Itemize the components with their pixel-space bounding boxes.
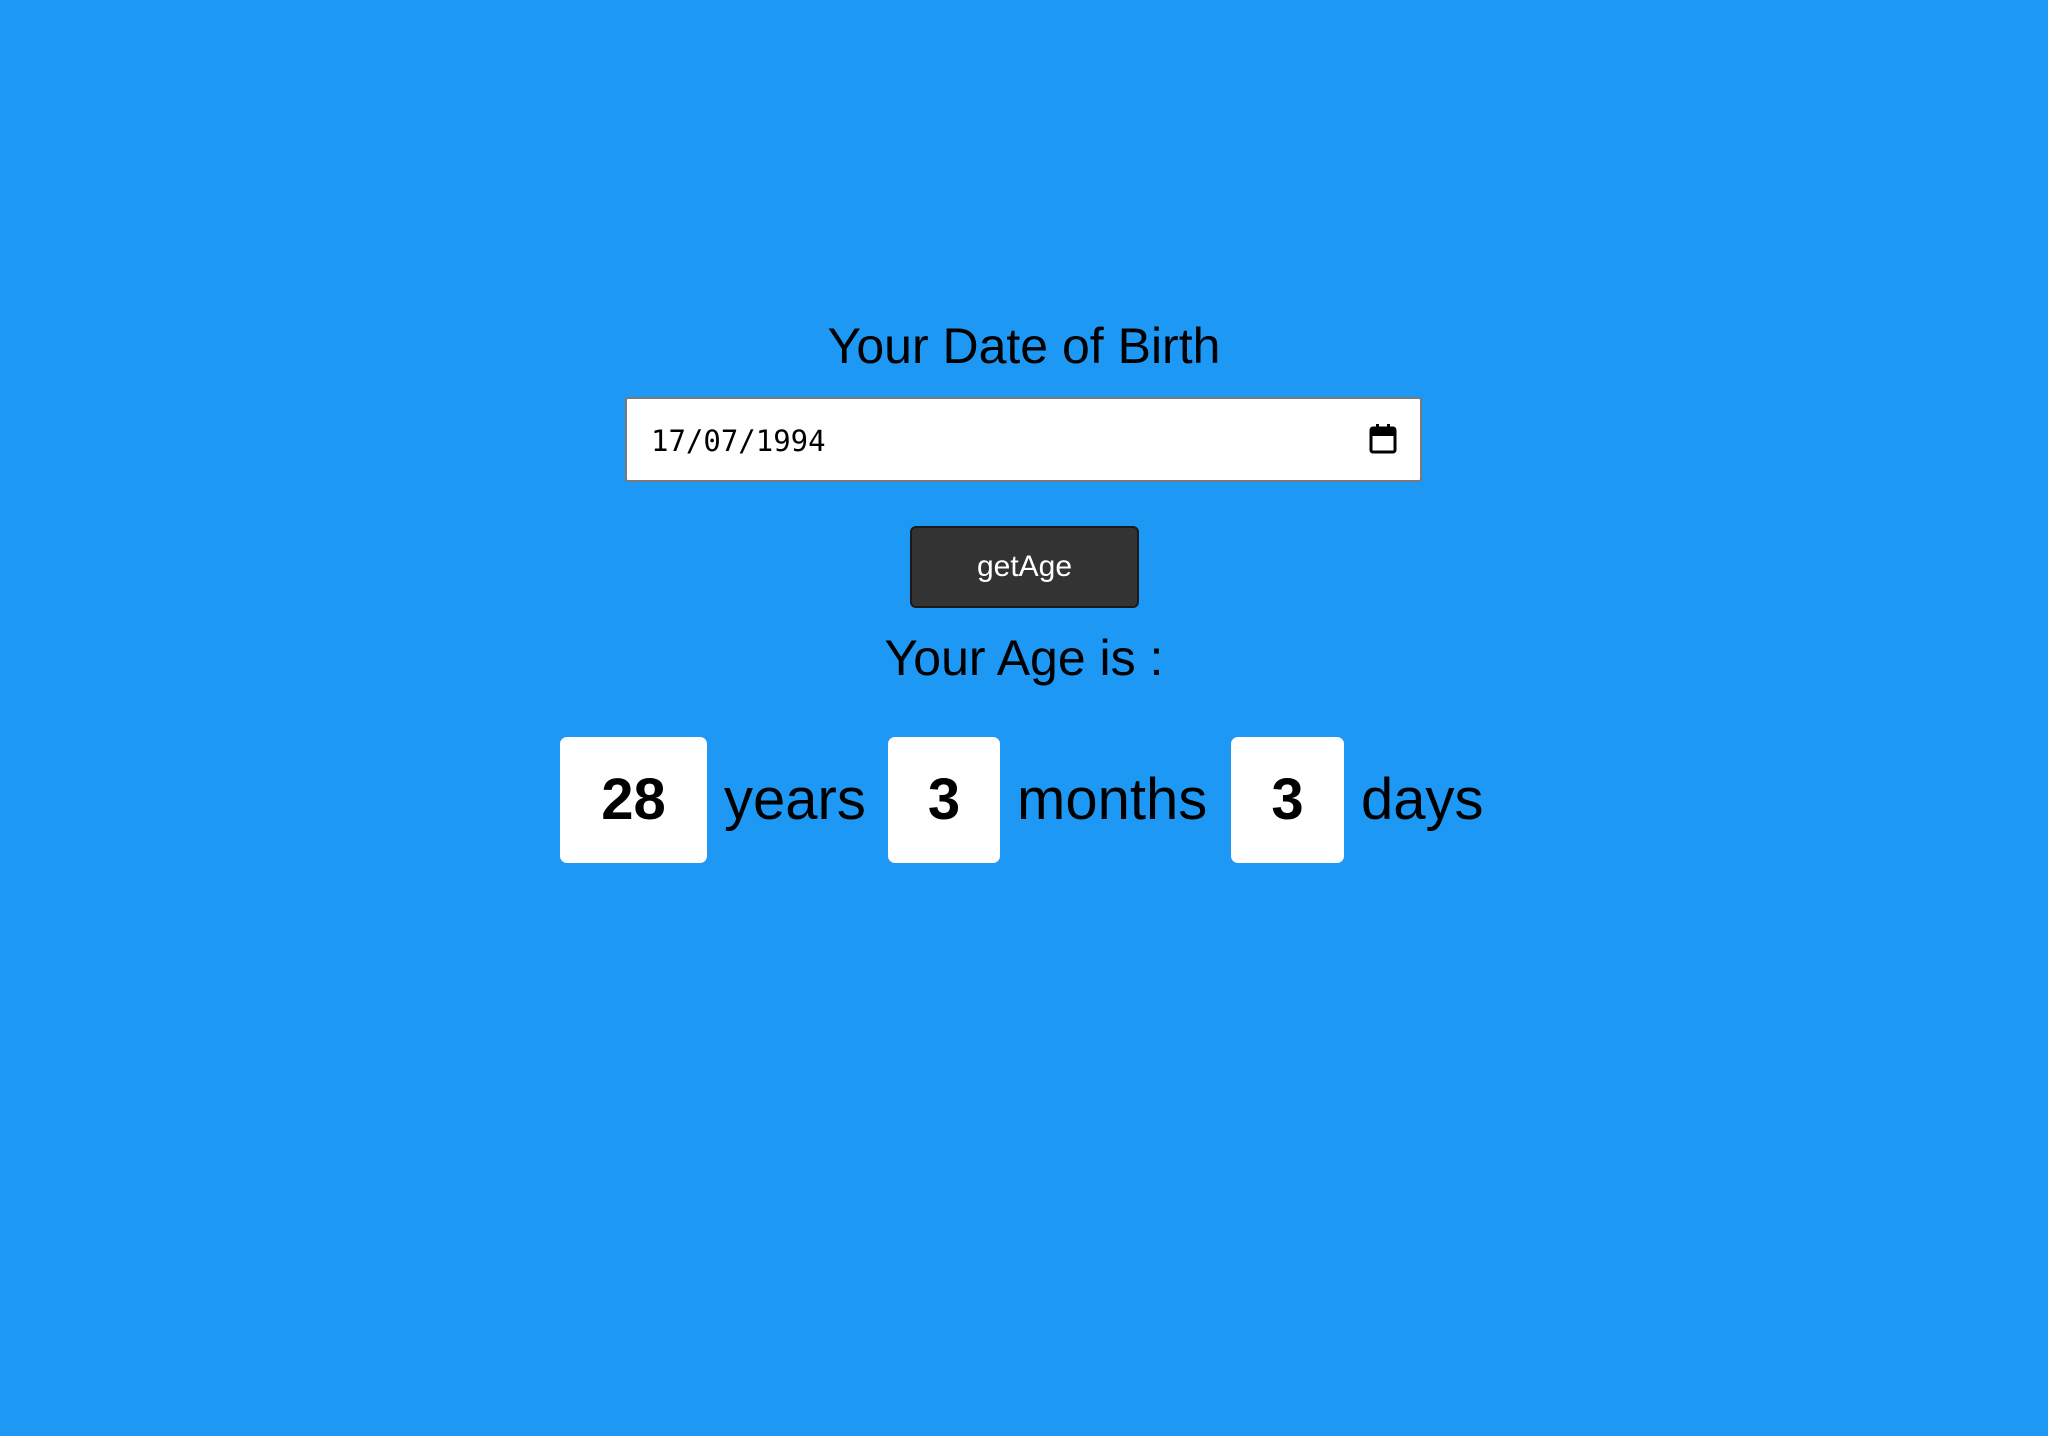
years-value-box: 28	[560, 737, 707, 863]
calendar-icon[interactable]	[1369, 424, 1397, 454]
days-label: days	[1361, 767, 1484, 832]
get-age-button[interactable]: getAge	[910, 526, 1139, 608]
months-label: months	[1017, 767, 1208, 832]
age-result-heading: Your Age is :	[884, 630, 1164, 686]
dob-title: Your Date of Birth	[827, 318, 1221, 374]
dob-date-value[interactable]: 17/07/1994	[651, 399, 826, 480]
days-value-box: 3	[1231, 737, 1344, 863]
months-value-box: 3	[888, 737, 1000, 863]
years-label: years	[724, 767, 866, 832]
age-calculator-page: Your Date of Birth 17/07/1994 getAge You…	[0, 0, 2048, 1436]
dob-date-input[interactable]: 17/07/1994	[625, 397, 1422, 482]
